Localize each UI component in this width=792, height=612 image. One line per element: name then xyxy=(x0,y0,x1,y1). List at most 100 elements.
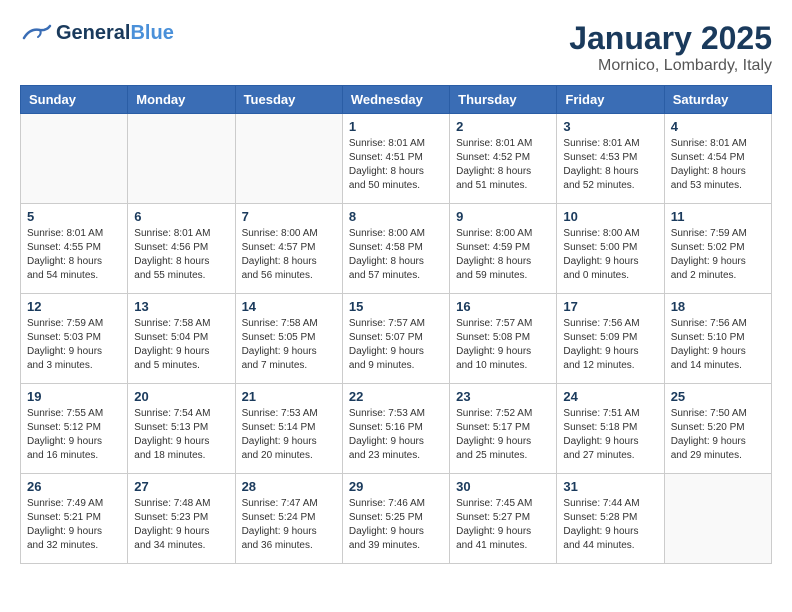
day-info: Sunrise: 7:58 AM Sunset: 5:04 PM Dayligh… xyxy=(134,317,228,373)
calendar-cell: 18 Sunrise: 7:56 AM Sunset: 5:10 PM Dayli… xyxy=(664,294,771,384)
day-info: Sunrise: 7:59 AM Sunset: 5:02 PM Dayligh… xyxy=(671,227,765,283)
logo-icon xyxy=(20,20,52,46)
weekday-header-tuesday: Tuesday xyxy=(235,86,342,114)
day-number: 28 xyxy=(242,479,336,494)
day-number: 15 xyxy=(349,299,443,314)
calendar-cell: 11 Sunrise: 7:59 AM Sunset: 5:02 PM Dayli… xyxy=(664,204,771,294)
day-info: Sunrise: 7:52 AM Sunset: 5:17 PM Dayligh… xyxy=(456,407,550,463)
calendar-cell: 22 Sunrise: 7:53 AM Sunset: 5:16 PM Dayli… xyxy=(342,384,449,474)
day-info: Sunrise: 7:59 AM Sunset: 5:03 PM Dayligh… xyxy=(27,317,121,373)
calendar-cell: 9 Sunrise: 8:00 AM Sunset: 4:59 PM Daylig… xyxy=(450,204,557,294)
day-info: Sunrise: 7:58 AM Sunset: 5:05 PM Dayligh… xyxy=(242,317,336,373)
day-info: Sunrise: 7:47 AM Sunset: 5:24 PM Dayligh… xyxy=(242,497,336,553)
day-number: 7 xyxy=(242,209,336,224)
week-row-5: 26Sunrise: 7:49 AM Sunset: 5:21 PM Dayli… xyxy=(21,474,772,564)
day-info: Sunrise: 7:50 AM Sunset: 5:20 PM Dayligh… xyxy=(671,407,765,463)
day-info: Sunrise: 8:00 AM Sunset: 4:57 PM Dayligh… xyxy=(242,227,336,283)
calendar-cell: 27 Sunrise: 7:48 AM Sunset: 5:23 PM Dayli… xyxy=(128,474,235,564)
calendar-cell: 4Sunrise: 8:01 AM Sunset: 4:54 PM Daylig… xyxy=(664,114,771,204)
day-info: Sunrise: 7:48 AM Sunset: 5:23 PM Dayligh… xyxy=(134,497,228,553)
logo-general: General xyxy=(56,22,130,44)
calendar-cell: 24Sunrise: 7:51 AM Sunset: 5:18 PM Dayli… xyxy=(557,384,664,474)
day-info: Sunrise: 7:57 AM Sunset: 5:07 PM Dayligh… xyxy=(349,317,443,373)
day-number: 24 xyxy=(563,389,657,404)
day-number: 29 xyxy=(349,479,443,494)
day-info: Sunrise: 8:00 AM Sunset: 4:59 PM Dayligh… xyxy=(456,227,550,283)
calendar-cell: 23 Sunrise: 7:52 AM Sunset: 5:17 PM Dayli… xyxy=(450,384,557,474)
day-info: Sunrise: 7:46 AM Sunset: 5:25 PM Dayligh… xyxy=(349,497,443,553)
calendar-cell: 17Sunrise: 7:56 AM Sunset: 5:09 PM Dayli… xyxy=(557,294,664,384)
calendar-cell xyxy=(235,114,342,204)
month-title: January 2025 xyxy=(569,20,772,57)
calendar-cell xyxy=(21,114,128,204)
day-info: Sunrise: 8:00 AM Sunset: 4:58 PM Dayligh… xyxy=(349,227,443,283)
calendar-cell: 10 Sunrise: 8:00 AM Sunset: 5:00 PM Dayli… xyxy=(557,204,664,294)
weekday-header-sunday: Sunday xyxy=(21,86,128,114)
day-number: 26 xyxy=(27,479,121,494)
calendar-cell: 25Sunrise: 7:50 AM Sunset: 5:20 PM Dayli… xyxy=(664,384,771,474)
day-number: 1 xyxy=(349,119,443,134)
logo: GeneralBlue xyxy=(20,20,174,46)
title-block: January 2025 Mornico, Lombardy, Italy xyxy=(569,20,772,75)
day-number: 18 xyxy=(671,299,765,314)
calendar-cell: 28 Sunrise: 7:47 AM Sunset: 5:24 PM Dayli… xyxy=(235,474,342,564)
calendar-cell: 2Sunrise: 8:01 AM Sunset: 4:52 PM Daylig… xyxy=(450,114,557,204)
calendar-cell: 8 Sunrise: 8:00 AM Sunset: 4:58 PM Daylig… xyxy=(342,204,449,294)
week-row-4: 19 Sunrise: 7:55 AM Sunset: 5:12 PM Dayli… xyxy=(21,384,772,474)
day-number: 12 xyxy=(27,299,121,314)
day-number: 17 xyxy=(563,299,657,314)
calendar-cell: 6 Sunrise: 8:01 AM Sunset: 4:56 PM Daylig… xyxy=(128,204,235,294)
day-number: 13 xyxy=(134,299,228,314)
calendar-cell: 16Sunrise: 7:57 AM Sunset: 5:08 PM Dayli… xyxy=(450,294,557,384)
week-row-3: 12 Sunrise: 7:59 AM Sunset: 5:03 PM Dayli… xyxy=(21,294,772,384)
calendar-cell: 15 Sunrise: 7:57 AM Sunset: 5:07 PM Dayli… xyxy=(342,294,449,384)
day-number: 6 xyxy=(134,209,228,224)
location: Mornico, Lombardy, Italy xyxy=(569,57,772,75)
day-number: 22 xyxy=(349,389,443,404)
day-info: Sunrise: 7:55 AM Sunset: 5:12 PM Dayligh… xyxy=(27,407,121,463)
calendar-cell: 14 Sunrise: 7:58 AM Sunset: 5:05 PM Dayli… xyxy=(235,294,342,384)
day-info: Sunrise: 7:53 AM Sunset: 5:16 PM Dayligh… xyxy=(349,407,443,463)
calendar-cell: 31Sunrise: 7:44 AM Sunset: 5:28 PM Dayli… xyxy=(557,474,664,564)
day-number: 10 xyxy=(563,209,657,224)
week-row-2: 5 Sunrise: 8:01 AM Sunset: 4:55 PM Daylig… xyxy=(21,204,772,294)
day-number: 2 xyxy=(456,119,550,134)
day-number: 23 xyxy=(456,389,550,404)
weekday-header-row: SundayMondayTuesdayWednesdayThursdayFrid… xyxy=(21,86,772,114)
calendar-cell: 5 Sunrise: 8:01 AM Sunset: 4:55 PM Daylig… xyxy=(21,204,128,294)
day-info: Sunrise: 7:53 AM Sunset: 5:14 PM Dayligh… xyxy=(242,407,336,463)
logo-blue: Blue xyxy=(130,22,173,44)
calendar-cell: 30 Sunrise: 7:45 AM Sunset: 5:27 PM Dayli… xyxy=(450,474,557,564)
day-info: Sunrise: 7:45 AM Sunset: 5:27 PM Dayligh… xyxy=(456,497,550,553)
week-row-1: 1Sunrise: 8:01 AM Sunset: 4:51 PM Daylig… xyxy=(21,114,772,204)
calendar-cell xyxy=(664,474,771,564)
day-number: 5 xyxy=(27,209,121,224)
weekday-header-wednesday: Wednesday xyxy=(342,86,449,114)
day-info: Sunrise: 7:54 AM Sunset: 5:13 PM Dayligh… xyxy=(134,407,228,463)
weekday-header-saturday: Saturday xyxy=(664,86,771,114)
calendar-cell: 13 Sunrise: 7:58 AM Sunset: 5:04 PM Dayli… xyxy=(128,294,235,384)
day-number: 19 xyxy=(27,389,121,404)
day-number: 30 xyxy=(456,479,550,494)
day-info: Sunrise: 8:01 AM Sunset: 4:53 PM Dayligh… xyxy=(563,137,657,193)
calendar-cell: 7 Sunrise: 8:00 AM Sunset: 4:57 PM Daylig… xyxy=(235,204,342,294)
calendar-cell: 12 Sunrise: 7:59 AM Sunset: 5:03 PM Dayli… xyxy=(21,294,128,384)
weekday-header-monday: Monday xyxy=(128,86,235,114)
day-number: 3 xyxy=(563,119,657,134)
day-number: 21 xyxy=(242,389,336,404)
day-info: Sunrise: 8:00 AM Sunset: 5:00 PM Dayligh… xyxy=(563,227,657,283)
day-number: 31 xyxy=(563,479,657,494)
day-number: 27 xyxy=(134,479,228,494)
day-info: Sunrise: 8:01 AM Sunset: 4:56 PM Dayligh… xyxy=(134,227,228,283)
day-number: 11 xyxy=(671,209,765,224)
calendar-cell xyxy=(128,114,235,204)
day-info: Sunrise: 7:56 AM Sunset: 5:10 PM Dayligh… xyxy=(671,317,765,373)
page-header: GeneralBlue January 2025 Mornico, Lombar… xyxy=(20,20,772,75)
day-number: 8 xyxy=(349,209,443,224)
calendar-cell: 3 Sunrise: 8:01 AM Sunset: 4:53 PM Daylig… xyxy=(557,114,664,204)
day-number: 9 xyxy=(456,209,550,224)
day-number: 14 xyxy=(242,299,336,314)
day-number: 20 xyxy=(134,389,228,404)
day-number: 16 xyxy=(456,299,550,314)
day-info: Sunrise: 8:01 AM Sunset: 4:55 PM Dayligh… xyxy=(27,227,121,283)
